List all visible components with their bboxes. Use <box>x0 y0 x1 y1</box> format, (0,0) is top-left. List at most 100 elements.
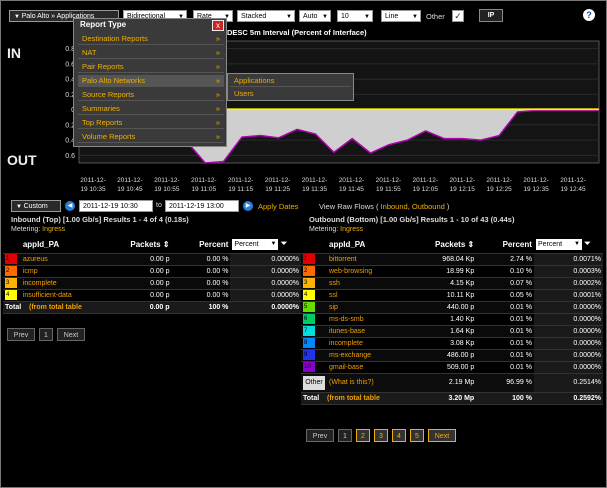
outbound-prev-button[interactable]: Prev <box>306 429 334 442</box>
table-row[interactable]: 6 ms-ds-smb 1.40 Kp 0.01 % 0.0000% <box>301 313 603 326</box>
metering-label: Metering: <box>309 226 339 233</box>
scale-select[interactable]: Auto ▼ <box>299 10 331 22</box>
row-name[interactable]: icmp <box>20 265 109 278</box>
filter-icon[interactable]: ⏷ <box>281 239 287 248</box>
other-name[interactable]: (What is this?) <box>327 373 414 393</box>
row-name[interactable]: incomplete <box>20 277 109 290</box>
percent-column-select[interactable]: Percent ▼ <box>535 239 582 251</box>
header-percent[interactable]: Percent <box>171 237 231 254</box>
x-tick-label: 19 10:35 <box>80 186 106 193</box>
header-percent-select-cell: Percent ▼ ⏷ <box>533 237 603 254</box>
menu-item-summaries[interactable]: Summaries » <box>78 103 224 115</box>
close-glyph: x <box>216 21 220 30</box>
row-name[interactable]: ms-ds-smb <box>327 313 414 326</box>
table-row[interactable]: 5 sip 440.00 p 0.01 % 0.0000% <box>301 301 603 314</box>
table-row[interactable]: 2 icmp 0.00 p 0.00 % 0.0000% <box>3 265 301 278</box>
header-name[interactable]: appId_PA <box>20 237 109 254</box>
row-packets: 18.99 Kp <box>414 265 477 278</box>
outbound-page-3[interactable]: 3 <box>374 429 388 442</box>
row-percent: 0.10 % <box>476 265 534 278</box>
start-date-input[interactable]: 2011-12-19 10:30 <box>79 200 153 212</box>
x-tick-label: 2011-12- <box>302 177 328 184</box>
table-row[interactable]: 2 web-browsing 18.99 Kp 0.10 % 0.0003% <box>301 265 603 278</box>
custom-range-selector[interactable]: ▼ Custom <box>11 200 61 212</box>
color-swatch: 1 <box>303 254 315 264</box>
inbound-page-1[interactable]: 1 <box>39 328 53 341</box>
help-icon[interactable]: ? <box>583 9 595 21</box>
outbound-page-5[interactable]: 5 <box>410 429 424 442</box>
raw-flows-outbound-link[interactable]: Outbound <box>412 202 445 211</box>
end-date-value: 2011-12-19 13:00 <box>169 203 224 210</box>
pager-label: 5 <box>415 433 419 440</box>
row-name[interactable]: azureus <box>20 253 109 266</box>
table-row[interactable]: 3 ssh 4.15 Kp 0.07 % 0.0002% <box>301 277 603 290</box>
row-name[interactable]: insufficient-data <box>20 289 109 302</box>
style-select[interactable]: Line ▼ <box>381 10 421 22</box>
other-checkbox[interactable]: ✓ <box>452 10 464 22</box>
outbound-page-2[interactable]: 2 <box>356 429 370 442</box>
row-percent: 0.01 % <box>476 313 534 326</box>
row-name[interactable]: web-browsing <box>327 265 414 278</box>
row-name[interactable]: ms-exchange <box>327 349 414 362</box>
outbound-page-1[interactable]: 1 <box>338 429 352 442</box>
raw-flows-inbound-link[interactable]: Inbound <box>381 202 408 211</box>
row-name[interactable]: bittorrent <box>327 253 414 266</box>
menu-item-palo-alto-networks[interactable]: Palo Alto Networks » <box>78 75 224 87</box>
metering-value[interactable]: Ingress <box>340 226 363 233</box>
row-percent-of-interface: 0.0000% <box>533 361 603 374</box>
y-tick-label: 0.6 <box>65 153 75 160</box>
menu-item-pair-reports[interactable]: Pair Reports » <box>78 61 224 73</box>
percent-column-select[interactable]: Percent ▼ <box>232 239 279 251</box>
swatch-cell: 2 <box>3 265 21 278</box>
count-select[interactable]: 10 ▼ <box>337 10 373 22</box>
total-row: Total (from total table 3.20 Mp 100 % 0.… <box>301 392 603 405</box>
table-row[interactable]: 7 itunes-base 1.64 Kp 0.01 % 0.0000% <box>301 325 603 338</box>
row-name[interactable]: itunes-base <box>327 325 414 338</box>
submenu-item-users[interactable]: Users <box>230 88 351 100</box>
menu-item-volume-reports[interactable]: Volume Reports » <box>78 131 224 143</box>
filter-icon[interactable]: ⏷ <box>584 239 590 248</box>
header-packets[interactable]: Packets ⇕ <box>414 237 477 254</box>
menu-item-nat[interactable]: NAT » <box>78 47 224 59</box>
x-tick-label: 19 11:45 <box>339 186 364 193</box>
submenu-item-applications[interactable]: Applications <box>230 75 351 87</box>
other-row[interactable]: Other (What is this?) 2.19 Mp 96.99 % 0.… <box>301 373 603 393</box>
end-date-input[interactable]: 2011-12-19 13:00 <box>165 200 239 212</box>
menu-item-source-reports[interactable]: Source Reports » <box>78 89 224 101</box>
mode-select[interactable]: Stacked ▼ <box>237 10 295 22</box>
row-name[interactable]: ssh <box>327 277 414 290</box>
table-row[interactable]: 8 incomplete 3.08 Kp 0.01 % 0.0000% <box>301 337 603 350</box>
previous-period-icon[interactable]: ◀ <box>65 201 75 211</box>
outbound-page-4[interactable]: 4 <box>392 429 406 442</box>
menu-item-destination-reports[interactable]: Destination Reports » <box>78 33 224 45</box>
next-period-icon[interactable]: ▶ <box>243 201 253 211</box>
close-icon[interactable]: x <box>212 20 224 31</box>
row-name[interactable]: ssl <box>327 289 414 302</box>
ip-button[interactable]: IP <box>479 9 503 22</box>
metering-value[interactable]: Ingress <box>42 226 65 233</box>
table-row[interactable]: 3 incomplete 0.00 p 0.00 % 0.0000% <box>3 277 301 290</box>
row-name[interactable]: sip <box>327 301 414 314</box>
swatch-cell: 3 <box>301 277 327 290</box>
table-row[interactable]: 4 ssl 10.11 Kp 0.05 % 0.0001% <box>301 289 603 302</box>
inbound-prev-button[interactable]: Prev <box>7 328 35 341</box>
apply-dates-link[interactable]: Apply Dates <box>258 202 298 211</box>
header-packets[interactable]: Packets ⇕ <box>108 237 172 254</box>
row-percent-of-interface: 0.0000% <box>533 301 603 314</box>
color-swatch: 2 <box>5 266 17 276</box>
header-name[interactable]: appId_PA <box>327 237 414 254</box>
row-packets: 10.11 Kp <box>414 289 477 302</box>
color-swatch: 8 <box>303 338 315 348</box>
table-row[interactable]: 1 bittorrent 968.04 Kp 2.74 % 0.0071% <box>301 253 603 266</box>
header-percent[interactable]: Percent <box>476 237 534 254</box>
table-row[interactable]: 10 gmail-base 509.00 p 0.01 % 0.0000% <box>301 361 603 374</box>
total-packets: 3.20 Mp <box>414 392 477 405</box>
table-row[interactable]: 9 ms-exchange 486.00 p 0.01 % 0.0000% <box>301 349 603 362</box>
outbound-next-button[interactable]: Next <box>428 429 456 442</box>
table-row[interactable]: 4 insufficient-data 0.00 p 0.00 % 0.0000… <box>3 289 301 302</box>
row-name[interactable]: gmail-base <box>327 361 414 374</box>
inbound-next-button[interactable]: Next <box>57 328 85 341</box>
row-name[interactable]: incomplete <box>327 337 414 350</box>
table-row[interactable]: 1 azureus 0.00 p 0.00 % 0.0000% <box>3 253 301 266</box>
menu-item-top-reports[interactable]: Top Reports » <box>78 117 224 129</box>
